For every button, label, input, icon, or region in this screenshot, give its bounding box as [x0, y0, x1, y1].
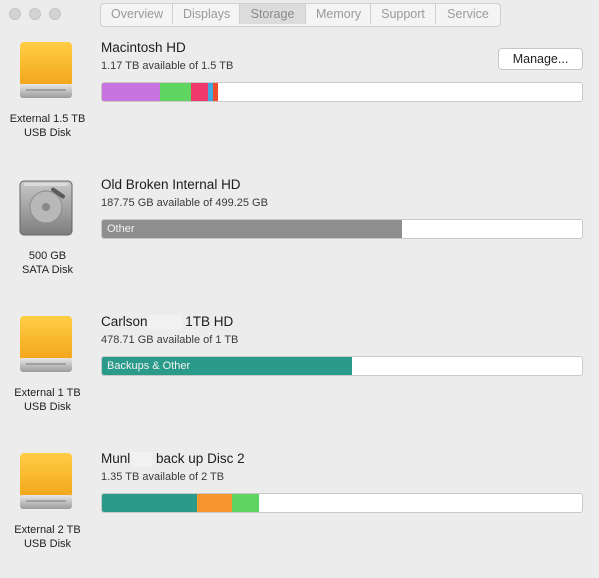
tab-service[interactable]: Service: [436, 4, 500, 24]
drive-available-text: 1.17 TB available of 1.5 TB: [101, 60, 234, 72]
drive-name-part: Munl: [101, 451, 131, 466]
external-drive-icon: [16, 451, 76, 513]
drive-capacity-text: 500 GB: [28, 250, 67, 262]
usage-segment: [213, 83, 219, 101]
tab-bar: Overview Displays Storage Memory Support…: [100, 3, 501, 27]
usage-segment: [102, 494, 198, 512]
usage-segment: [102, 83, 160, 101]
redacted-text: [130, 451, 153, 467]
drive-name-part: Carlson: [101, 314, 148, 329]
manage-button[interactable]: Manage...: [498, 48, 583, 70]
drive-row: External 2 TB USB Disk Munl back up Disc…: [0, 441, 599, 578]
storage-usage-bar: [101, 493, 583, 513]
drive-row: External 1.5 TB USB Disk Macintosh HD 1.…: [0, 30, 599, 167]
storage-usage-bar: Other: [101, 219, 583, 239]
external-drive-icon: [16, 314, 76, 376]
tab-displays[interactable]: Displays: [173, 4, 240, 24]
external-drive-icon: [16, 40, 76, 102]
drive-available-text: 187.75 GB available of 499.25 GB: [101, 197, 268, 209]
drive-name: Old Broken Internal HD: [101, 177, 241, 192]
drive-name-part: 1TB HD: [185, 314, 234, 329]
drive-name: Macintosh HD: [101, 40, 186, 55]
usage-segment-label: Other: [107, 223, 135, 235]
usage-segment: [232, 494, 260, 512]
drive-capacity-text: External 1 TB: [14, 387, 81, 399]
usage-segment: Backups & Other: [102, 357, 352, 375]
drive-interface-text: USB Disk: [23, 127, 72, 139]
internal-hard-drive-icon: [16, 177, 76, 239]
window-titlebar: Overview Displays Storage Memory Support…: [0, 0, 599, 30]
storage-usage-bar: Backups & Other: [101, 356, 583, 376]
usage-segment: [197, 494, 233, 512]
zoom-window-button[interactable]: [49, 8, 61, 20]
redacted-text: [147, 314, 182, 330]
drive-available-text: 478.71 GB available of 1 TB: [101, 334, 239, 346]
drive-capacity-text: External 2 TB: [14, 524, 81, 536]
close-window-button[interactable]: [9, 8, 21, 20]
drive-type-label: 500 GB SATA Disk: [0, 249, 95, 277]
drive-type-label: External 2 TB USB Disk: [0, 523, 95, 551]
drive-interface-text: USB Disk: [23, 538, 72, 550]
tab-overview[interactable]: Overview: [101, 4, 173, 24]
minimize-window-button[interactable]: [29, 8, 41, 20]
drive-type-label: External 1 TB USB Disk: [0, 386, 95, 414]
drive-row: 500 GB SATA Disk Old Broken Internal HD …: [0, 167, 599, 304]
drive-row: External 1 TB USB Disk Carlson 1TB HD 47…: [0, 304, 599, 441]
drive-name-part: back up Disc 2: [156, 451, 245, 466]
usage-segment: Other: [102, 220, 402, 238]
drive-name: Munl back up Disc 2: [101, 451, 245, 467]
drive-name: Carlson 1TB HD: [101, 314, 233, 330]
storage-panel: External 1.5 TB USB Disk Macintosh HD 1.…: [0, 30, 599, 559]
drive-capacity-text: External 1.5 TB: [9, 113, 86, 125]
usage-segment: [190, 83, 208, 101]
drive-available-text: 1.35 TB available of 2 TB: [101, 471, 225, 483]
storage-usage-bar: [101, 82, 583, 102]
drive-interface-text: SATA Disk: [22, 264, 73, 276]
usage-segment: [159, 83, 191, 101]
drive-type-label: External 1.5 TB USB Disk: [0, 112, 95, 140]
usage-segment-label: Backups & Other: [107, 360, 191, 372]
tab-memory[interactable]: Memory: [306, 4, 371, 24]
tab-support[interactable]: Support: [371, 4, 436, 24]
tab-storage[interactable]: Storage: [240, 4, 306, 24]
drive-interface-text: USB Disk: [23, 401, 72, 413]
